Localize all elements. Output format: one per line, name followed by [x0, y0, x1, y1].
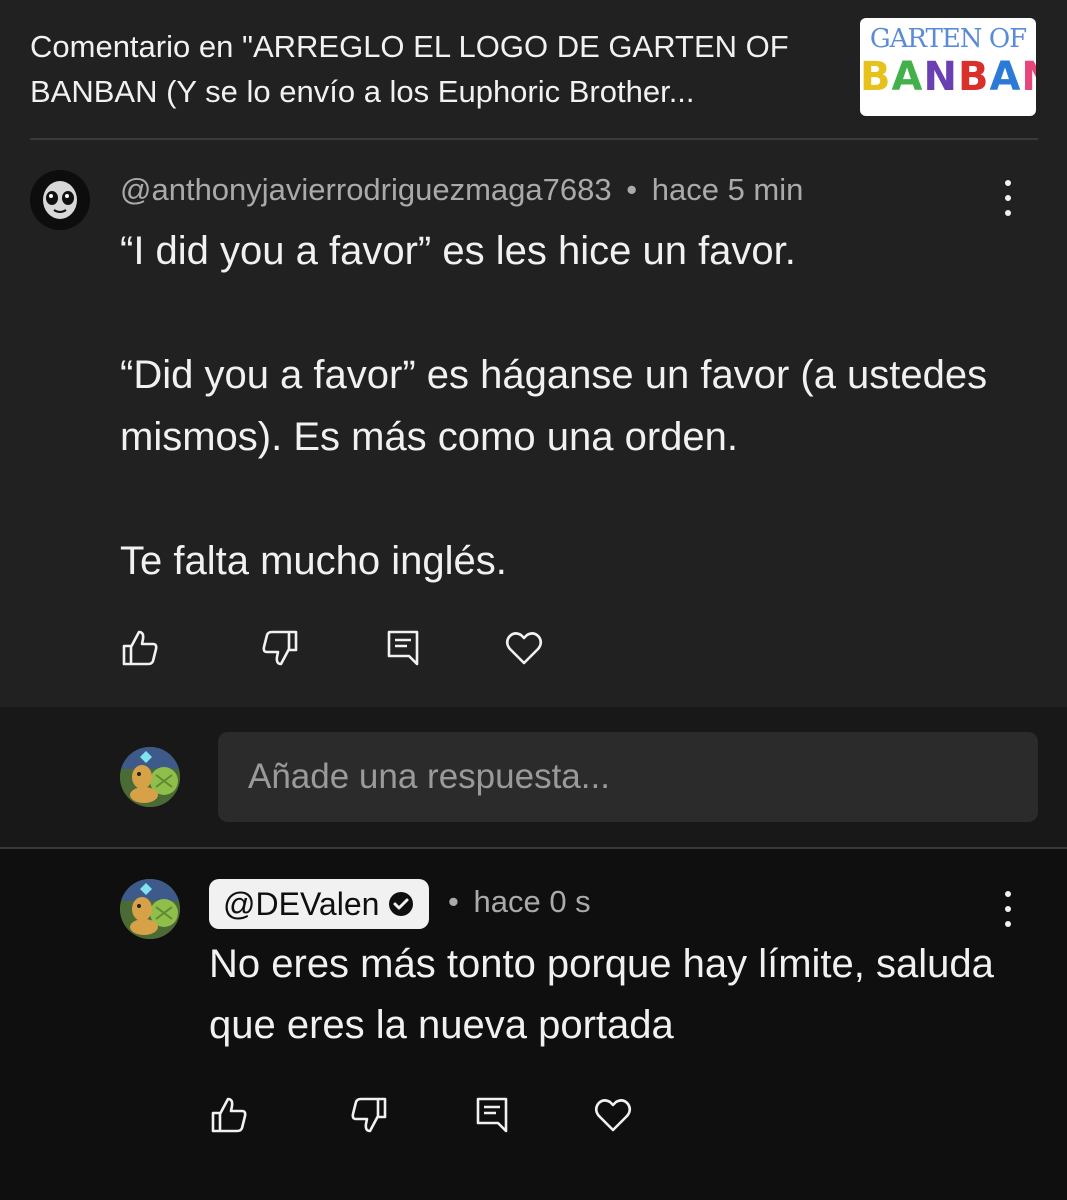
- meta-separator: •: [626, 172, 638, 207]
- video-title[interactable]: Comentario en "ARREGLO EL LOGO DE GARTEN…: [30, 24, 845, 116]
- reply-author-badge[interactable]: @DEValen: [209, 879, 430, 929]
- comment-time: hace 5 min: [651, 172, 804, 207]
- comment-text: “I did you a favor” es les hice un favor…: [120, 220, 1020, 592]
- comment-actions: [120, 628, 560, 668]
- thumbs-up-icon[interactable]: [209, 1095, 249, 1135]
- reply-meta: • hace 0 s: [448, 884, 591, 920]
- thumbnail-logo-letter: A: [891, 54, 924, 100]
- more-vertical-icon[interactable]: [998, 891, 1018, 927]
- avatar[interactable]: [30, 170, 90, 230]
- comment-paragraph: Te falta mucho inglés.: [120, 539, 507, 583]
- comment-paragraph: “Did you a favor” es háganse un favor (a…: [120, 353, 988, 459]
- heart-icon[interactable]: [593, 1095, 633, 1135]
- heart-icon[interactable]: [504, 628, 544, 668]
- thumbnail-logo-letter: B: [860, 54, 892, 100]
- reply-actions: [209, 1095, 649, 1135]
- thumbnail-logo-letter: N: [923, 54, 958, 100]
- comment-panel: Comentario en "ARREGLO EL LOGO DE GARTEN…: [0, 0, 1067, 707]
- reply-icon[interactable]: [473, 1095, 513, 1135]
- avatar[interactable]: [120, 879, 180, 939]
- thumbnail-logo-letter: N: [1021, 54, 1036, 100]
- avatar[interactable]: [120, 747, 180, 807]
- thumbs-up-icon[interactable]: [120, 628, 160, 668]
- thumbnail-logo-text: BANBAN: [860, 54, 1036, 100]
- comment-author[interactable]: @anthonyjavierrodriguezmaga7683: [120, 172, 612, 207]
- thumbnail-logo-letter: B: [957, 54, 990, 100]
- video-thumbnail[interactable]: GARTEN OF BANBAN: [860, 18, 1036, 116]
- thumbnail-top-text: GARTEN OF: [869, 24, 1027, 54]
- thumbs-down-icon[interactable]: [349, 1095, 389, 1135]
- reply-icon[interactable]: [384, 628, 424, 668]
- alien-avatar-icon: [30, 170, 90, 230]
- verified-check-icon: [389, 892, 414, 916]
- reply-time: hace 0 s: [473, 884, 591, 919]
- reply-author[interactable]: @DEValen: [223, 879, 379, 929]
- reply-input[interactable]: [218, 732, 1038, 822]
- reply-text: No eres más tonto porque hay límite, sal…: [209, 942, 994, 1047]
- comment-meta: @anthonyjavierrodriguezmaga7683 • hace 5…: [120, 172, 803, 208]
- thumbnail-logo-letter: A: [989, 54, 1022, 100]
- meta-separator: •: [448, 884, 459, 919]
- turtle-avatar-icon: [120, 879, 180, 939]
- comment-paragraph: “I did you a favor” es les hice un favor…: [120, 229, 796, 273]
- turtle-avatar-icon: [120, 747, 180, 807]
- thumbs-down-icon[interactable]: [260, 628, 300, 668]
- more-vertical-icon[interactable]: [998, 180, 1018, 216]
- video-header[interactable]: Comentario en "ARREGLO EL LOGO DE GARTEN…: [30, 18, 1038, 140]
- reply-bar: [0, 707, 1067, 849]
